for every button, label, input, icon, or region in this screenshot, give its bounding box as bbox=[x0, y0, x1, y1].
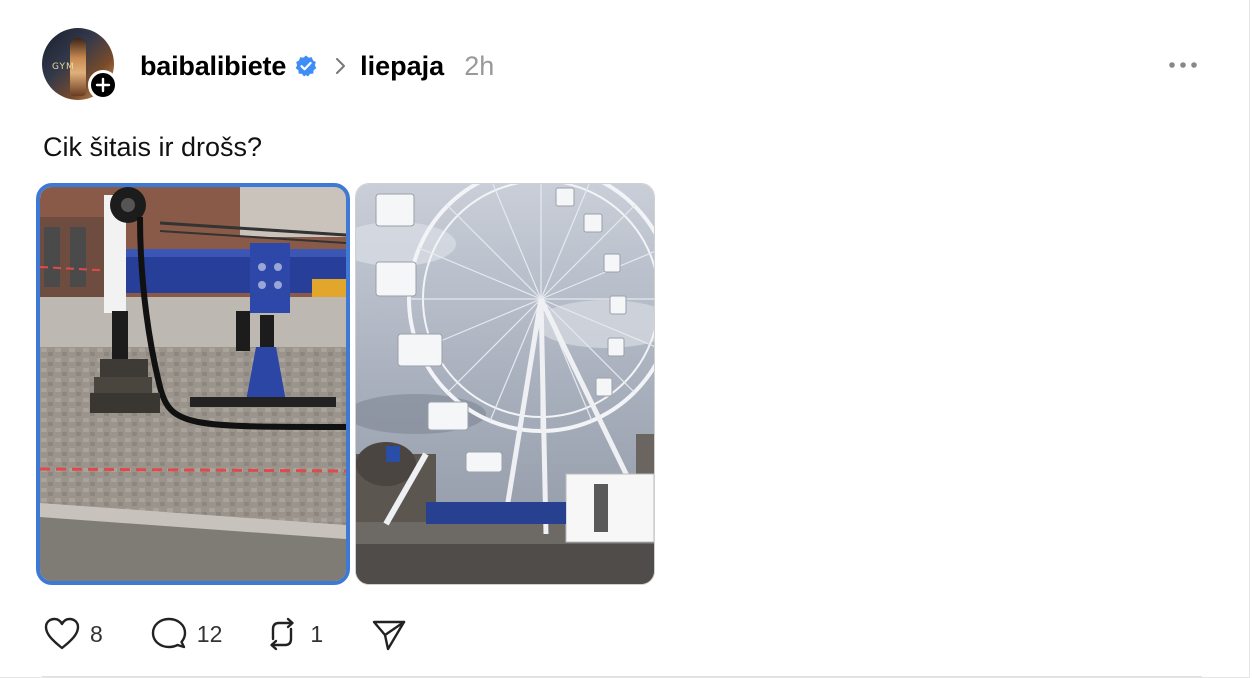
photo-machinery-base[interactable] bbox=[36, 183, 350, 585]
photo-ferris-wheel[interactable] bbox=[355, 183, 655, 585]
more-options-button[interactable] bbox=[1166, 54, 1200, 76]
community-link[interactable]: liepaja bbox=[360, 51, 444, 82]
author-username[interactable]: baibalibiete bbox=[140, 51, 286, 82]
post-timestamp[interactable]: 2h bbox=[464, 51, 494, 82]
avatar-sign-text: GYM bbox=[52, 62, 75, 72]
repost-count: 1 bbox=[310, 620, 324, 647]
heart-icon bbox=[44, 617, 80, 650]
reply-count: 12 bbox=[196, 620, 223, 647]
avatar-container[interactable]: GYM bbox=[42, 28, 118, 102]
photo-machinery-base-image bbox=[40, 187, 346, 581]
post-divider bbox=[42, 676, 1202, 677]
repost-button[interactable]: 1 bbox=[264, 617, 323, 651]
like-count: 8 bbox=[90, 620, 103, 647]
share-button[interactable] bbox=[371, 617, 407, 651]
reply-button[interactable]: 12 bbox=[151, 617, 223, 651]
comment-icon bbox=[151, 617, 186, 649]
like-button[interactable]: 8 bbox=[44, 617, 103, 651]
post-card: GYM baibalibiete liepaja 2h Cik šitais i… bbox=[0, 0, 1250, 678]
chevron-right-icon bbox=[336, 58, 346, 74]
verified-badge-icon bbox=[295, 55, 317, 77]
post-actions: 8 12 1 bbox=[44, 614, 407, 654]
follow-button[interactable] bbox=[88, 70, 118, 100]
photo-ferris-wheel-image bbox=[356, 184, 654, 584]
post-header: baibalibiete liepaja 2h bbox=[140, 48, 494, 84]
post-text: Cik šitais ir drošs? bbox=[43, 132, 263, 162]
send-icon bbox=[372, 620, 406, 651]
plus-icon bbox=[95, 77, 111, 93]
more-dots-icon bbox=[1169, 62, 1197, 68]
repost-icon bbox=[270, 617, 295, 651]
